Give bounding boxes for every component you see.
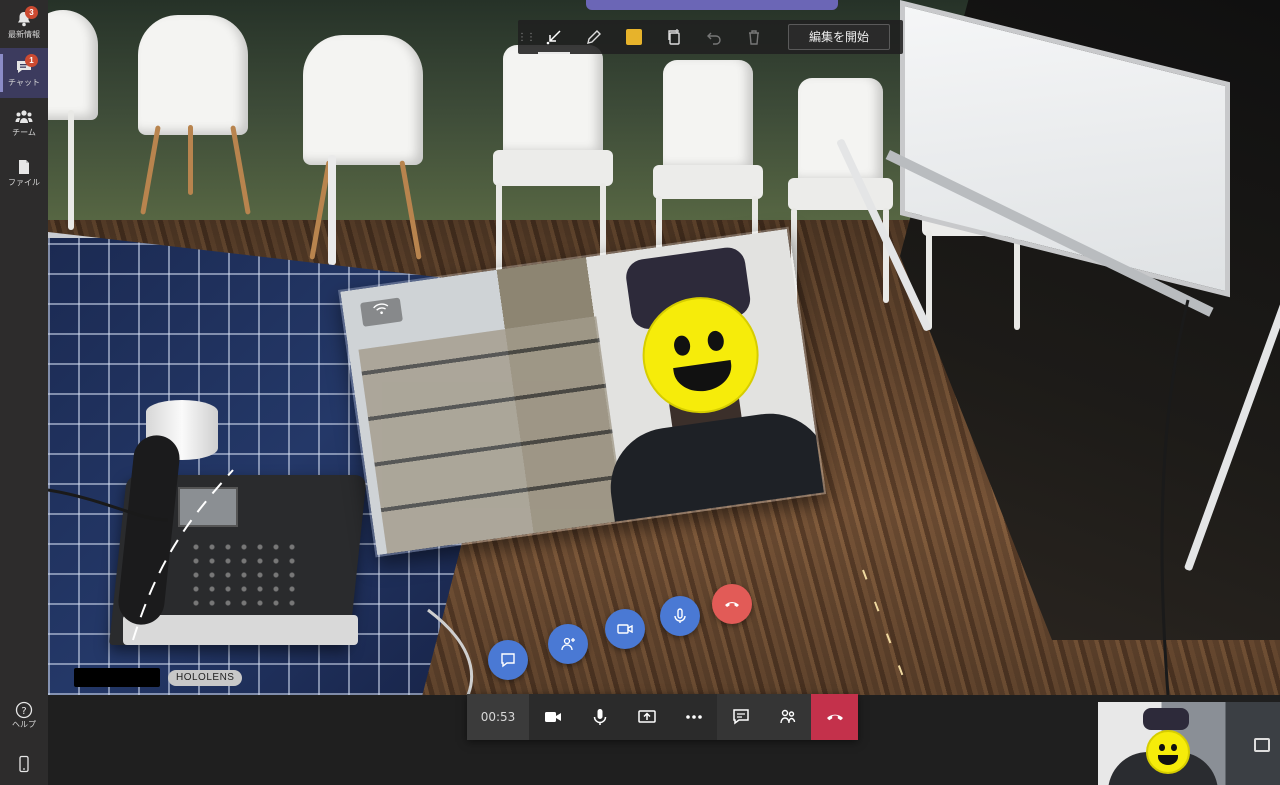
- rail-item-chat[interactable]: 1 チャット: [0, 48, 48, 98]
- svg-text:?: ?: [21, 706, 26, 717]
- rail-item-label: ヘルプ: [12, 720, 36, 729]
- mic-icon: [674, 608, 686, 623]
- video-icon: [617, 624, 633, 634]
- hang-up-icon: [725, 602, 739, 607]
- chat-badge: 1: [25, 54, 38, 67]
- chat-icon: 1: [15, 54, 38, 75]
- rail-item-label: ファイル: [8, 178, 40, 187]
- color-swatch: [626, 29, 642, 45]
- hang-up-button[interactable]: [811, 694, 858, 740]
- chat-icon: [732, 709, 749, 725]
- toolbar-grip-icon[interactable]: ⋮⋮: [517, 20, 536, 54]
- mic-toggle-button[interactable]: [576, 694, 623, 740]
- camera-switch-icon[interactable]: [1254, 738, 1270, 752]
- share-screen-icon: [637, 710, 656, 723]
- teams-icon: [15, 109, 33, 125]
- more-actions-button[interactable]: [670, 694, 717, 740]
- color-picker-button[interactable]: [614, 20, 654, 54]
- shared-mixed-reality-view[interactable]: HOLOLENS ⋮⋮ 編集を開始: [48, 0, 1280, 695]
- holo-mic-button[interactable]: [660, 596, 700, 636]
- rail-item-device[interactable]: [0, 738, 48, 785]
- undo-button[interactable]: [694, 20, 734, 54]
- phone-keypad: [188, 540, 298, 610]
- chat-icon: [501, 653, 515, 668]
- rail-item-activity[interactable]: 3 最新情報: [0, 0, 48, 50]
- call-header-accent: [586, 0, 838, 10]
- copy-tool-button[interactable]: [654, 20, 694, 54]
- pen-tool-button[interactable]: [574, 20, 614, 54]
- holo-hang-up-button[interactable]: [712, 584, 752, 624]
- activity-badge: 3: [25, 6, 38, 19]
- arrow-tool-button[interactable]: [534, 20, 574, 54]
- mobile-device-icon: [15, 755, 33, 773]
- undo-icon: [707, 32, 721, 45]
- participants-icon: [779, 709, 795, 724]
- whiteboard: [835, 0, 1280, 572]
- remote-participant: [569, 238, 827, 546]
- add-people-icon: [561, 637, 575, 651]
- white-chair: [128, 15, 268, 215]
- help-icon: ?: [15, 701, 33, 719]
- bell-icon: 3: [15, 6, 38, 27]
- holo-add-people-button[interactable]: [548, 624, 588, 664]
- show-conversation-button[interactable]: [717, 694, 764, 740]
- copy-icon: [668, 29, 680, 45]
- pen-icon: [587, 30, 601, 44]
- video-icon: [544, 712, 561, 722]
- file-icon: [15, 159, 33, 175]
- metal-chair: [783, 78, 898, 308]
- camera-toggle-button[interactable]: [529, 694, 576, 740]
- ink-toolbar: ⋮⋮ 編集を開始: [517, 20, 903, 54]
- start-editing-button[interactable]: 編集を開始: [788, 24, 891, 50]
- smiley-face-icon: [1146, 730, 1190, 774]
- rail-item-help[interactable]: ? ヘルプ: [0, 690, 48, 740]
- rail-item-files[interactable]: ファイル: [0, 148, 48, 198]
- rail-item-label: チャット: [8, 78, 40, 87]
- self-view-video[interactable]: [1098, 702, 1280, 785]
- show-participants-button[interactable]: [764, 694, 811, 740]
- trash-icon: [749, 30, 759, 45]
- rail-item-label: チーム: [12, 128, 36, 137]
- delete-button[interactable]: [734, 20, 774, 54]
- white-chair: [288, 35, 438, 265]
- participant-name-tag: HOLOLENS: [168, 670, 243, 686]
- teams-call-window: 3 最新情報 1 チャット チーム ファイル ? ヘルプ HOLOLENS ⋮⋮…: [0, 0, 1280, 785]
- redacted-name: [74, 668, 160, 687]
- phone-display: [178, 487, 238, 527]
- arrow-icon: [546, 30, 561, 45]
- more-icon: [685, 715, 702, 719]
- left-app-rail: 3 最新情報 1 チャット チーム ファイル ? ヘルプ: [0, 0, 48, 785]
- rail-item-label: 最新情報: [8, 30, 40, 39]
- self-participant: [1108, 708, 1218, 785]
- hang-up-icon: [826, 714, 843, 721]
- white-chair: [48, 10, 118, 240]
- mic-icon: [593, 709, 606, 725]
- rail-item-teams[interactable]: チーム: [0, 98, 48, 148]
- share-screen-button[interactable]: [623, 694, 670, 740]
- call-timer: 00:53: [467, 694, 529, 740]
- holo-video-button[interactable]: [605, 609, 645, 649]
- call-controls: 00:53: [467, 694, 858, 740]
- holo-chat-button[interactable]: [488, 640, 528, 680]
